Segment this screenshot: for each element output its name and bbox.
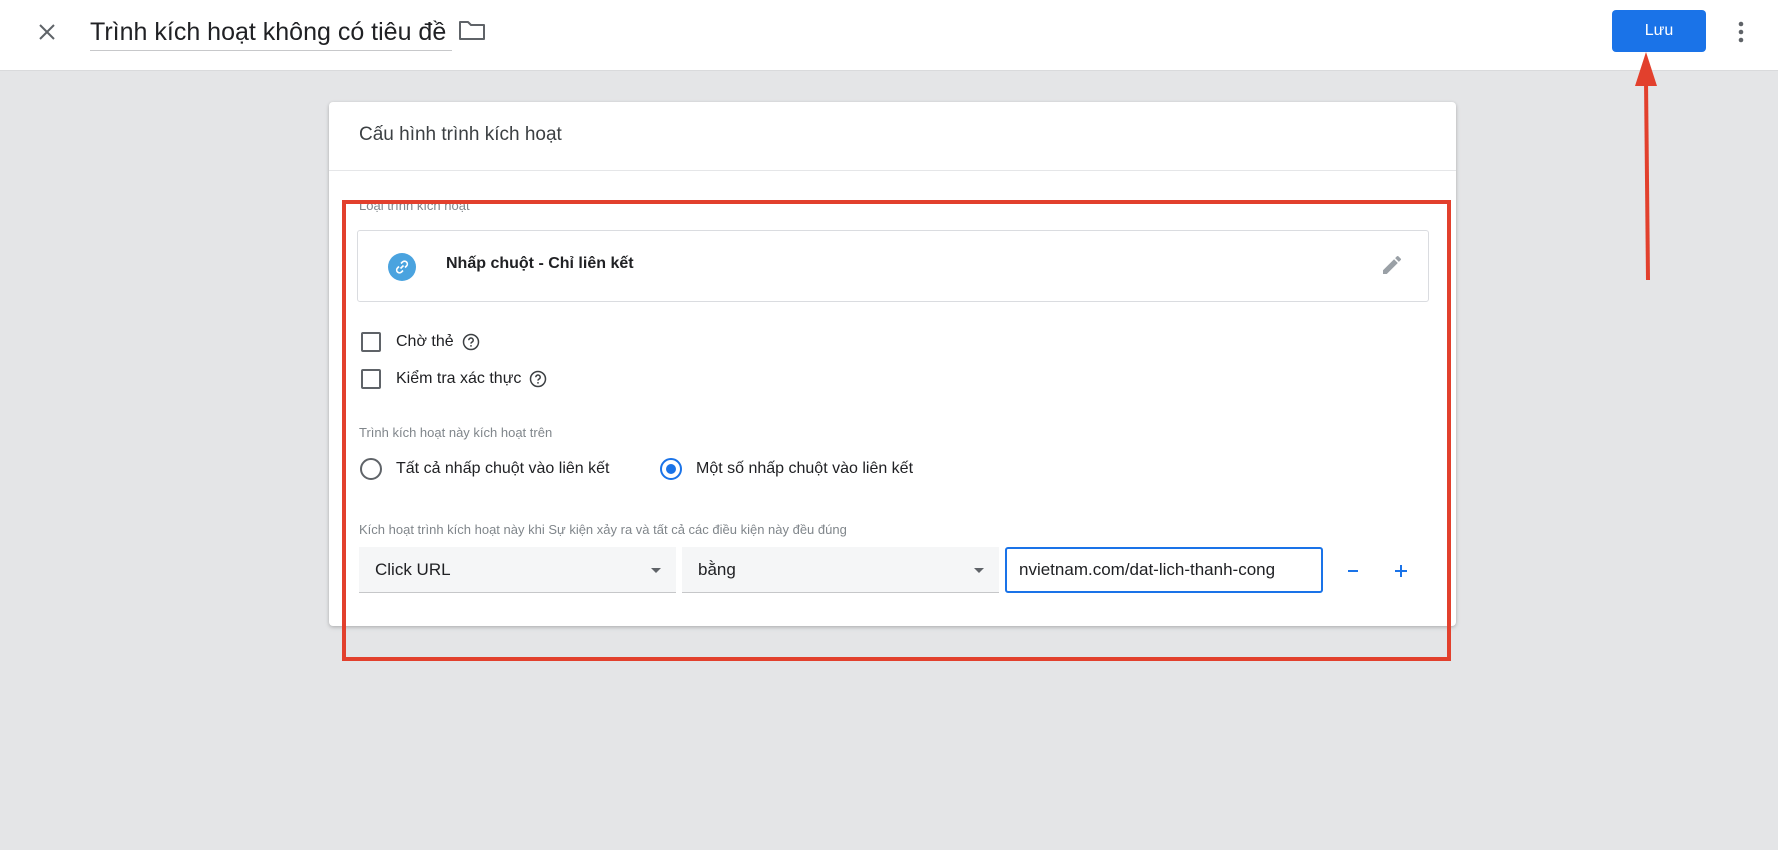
fires-on-label: Trình kích hoạt này kích hoạt trên	[359, 425, 553, 440]
trigger-type-selector[interactable]: Nhấp chuột - Chỉ liên kết	[357, 230, 1429, 302]
plus-icon	[1395, 565, 1407, 577]
wait-for-tags-checkbox[interactable]	[361, 332, 381, 352]
close-icon	[39, 24, 55, 40]
some-link-clicks-option[interactable]: Một số nhấp chuột vào liên kết	[660, 455, 913, 483]
wait-for-tags-row: Chờ thẻ	[361, 329, 480, 355]
more-vert-icon	[1738, 21, 1744, 43]
annotation-arrow	[1635, 52, 1657, 281]
card-title: Cấu hình trình kích hoạt	[359, 124, 562, 145]
pencil-icon[interactable]	[1380, 253, 1404, 277]
all-link-clicks-label: Tất cả nhấp chuột vào liên kết	[396, 460, 610, 477]
some-link-clicks-label: Một số nhấp chuột vào liên kết	[696, 460, 914, 477]
check-validation-checkbox[interactable]	[361, 369, 381, 389]
save-button[interactable]: Lưu	[1612, 10, 1706, 52]
variable-select-value: Click URL	[375, 560, 451, 579]
condition-value-input[interactable]	[1005, 547, 1323, 593]
close-button[interactable]	[30, 15, 64, 49]
variable-select[interactable]: Click URL	[359, 547, 676, 593]
trigger-title[interactable]: Trình kích hoạt không có tiêu đề	[90, 14, 453, 51]
add-condition-button[interactable]	[1387, 557, 1415, 585]
condition-label: Kích hoạt trình kích hoạt này khi Sự kiệ…	[359, 522, 847, 537]
minus-icon	[1348, 570, 1358, 572]
chevron-down-icon	[974, 568, 984, 573]
card-header: Cấu hình trình kích hoạt	[329, 102, 1456, 171]
trigger-type-name: Nhấp chuột - Chỉ liên kết	[446, 255, 634, 272]
all-link-clicks-radio[interactable]	[360, 458, 382, 480]
some-link-clicks-radio[interactable]	[660, 458, 682, 480]
operator-select-value: bằng	[698, 560, 736, 579]
trigger-config-card: Cấu hình trình kích hoạt Loại trình kích…	[329, 102, 1456, 626]
remove-condition-button[interactable]	[1339, 557, 1367, 585]
wait-for-tags-label: Chờ thẻ	[396, 333, 454, 350]
folder-button[interactable]	[458, 18, 490, 46]
help-icon[interactable]	[462, 333, 480, 351]
link-icon	[388, 253, 416, 281]
top-bar: Trình kích hoạt không có tiêu đề Lưu	[0, 0, 1778, 71]
more-options-button[interactable]	[1726, 12, 1756, 52]
check-validation-label: Kiểm tra xác thực	[396, 370, 522, 387]
chevron-down-icon	[651, 568, 661, 573]
folder-icon	[459, 21, 485, 40]
help-icon[interactable]	[529, 370, 547, 388]
check-validation-row: Kiểm tra xác thực	[361, 366, 547, 392]
all-link-clicks-option[interactable]: Tất cả nhấp chuột vào liên kết	[360, 455, 609, 483]
trigger-type-label: Loại trình kích hoạt	[359, 198, 470, 213]
operator-select[interactable]: bằng	[682, 547, 999, 593]
